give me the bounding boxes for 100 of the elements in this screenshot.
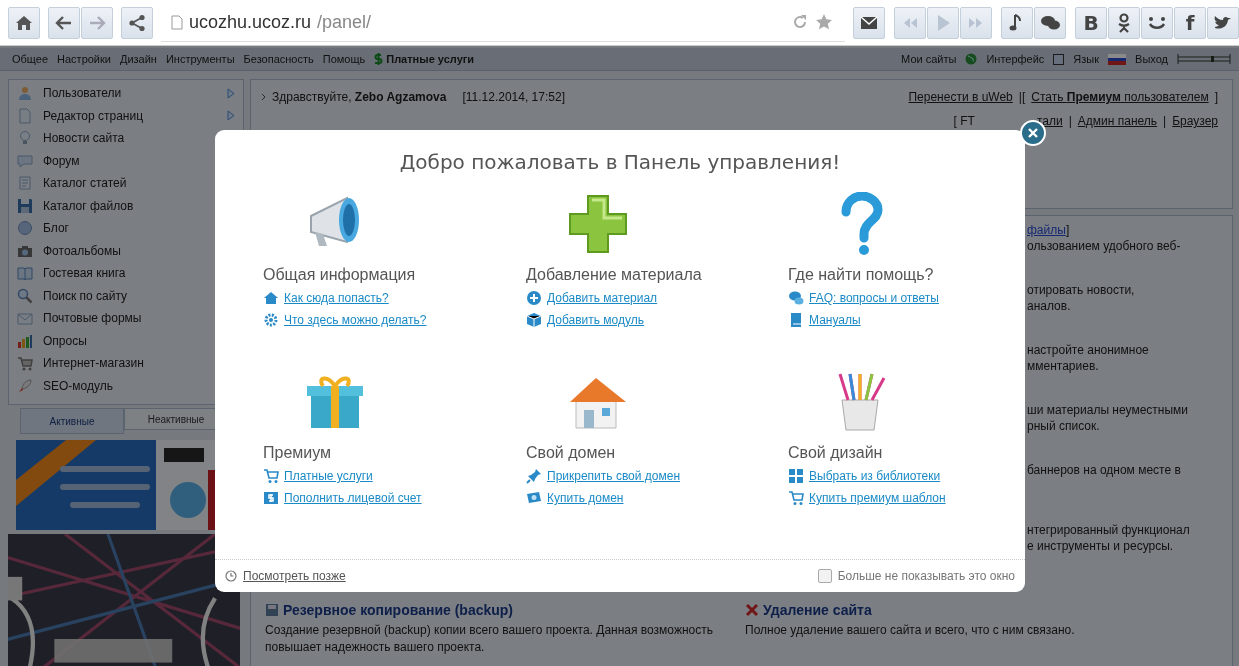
menu-item[interactable]: Платные услуги [386, 53, 475, 65]
section-title: Добавление материала [526, 266, 703, 284]
menu-item[interactable]: Язык [1073, 53, 1100, 65]
panel-link[interactable]: Админ панель [1077, 114, 1158, 128]
scroll-icon [17, 175, 33, 192]
section-title: Общая информация [263, 266, 417, 284]
menu-item[interactable]: Выход [1135, 53, 1168, 65]
remind-later-link[interactable]: Посмотреть позже [243, 569, 346, 583]
panel-link[interactable]: тали [1036, 114, 1063, 128]
section-title: Где найти помощь? [788, 266, 935, 284]
feature-description: Создание резервной (backup) копии всего вашего проекта. Данная возможность повышает надежность вашего проекта. [265, 622, 714, 656]
description-text: баннеров на одном месте в [1027, 462, 1182, 478]
help-link[interactable]: Мануалы [809, 313, 861, 327]
sidebar-item[interactable]: SEO-модуль [17, 374, 235, 397]
help-link[interactable]: Платные услуги [284, 469, 373, 483]
speech-bubble-icon [17, 152, 33, 169]
chat-button[interactable] [1034, 6, 1066, 39]
description-text: отировать новости, [1027, 282, 1136, 298]
home-button[interactable] [8, 6, 40, 39]
greeting-text: Здравствуйте, Zebo Agzamova [272, 90, 447, 104]
book-icon [788, 312, 804, 328]
help-link[interactable]: Пополнить лицевой счет [284, 491, 422, 505]
clock-icon [225, 570, 237, 582]
section-title: Премиум [263, 444, 333, 462]
sidebar-item[interactable]: Редактор страниц [17, 104, 235, 127]
width-slider-icon[interactable] [1177, 52, 1231, 66]
menu-item[interactable]: Помощь [322, 53, 366, 65]
dollar-icon [374, 53, 384, 65]
menu-item[interactable]: Настройки [57, 53, 111, 65]
feature-title[interactable]: Удаление сайта [763, 602, 872, 618]
magnifier-icon [17, 287, 33, 304]
dialog-title: Добро пожаловать в Панель управления! [398, 150, 842, 174]
sidebar-item[interactable]: Новости сайта [17, 127, 235, 150]
back-button[interactable] [48, 6, 80, 39]
tab[interactable]: Активные [20, 408, 124, 434]
description-text: мментариев. [1027, 358, 1100, 374]
cross-icon [745, 603, 759, 617]
light-bulb-icon [17, 130, 33, 147]
date-time: [11.12.2014, 17:52] [462, 90, 565, 104]
files-link[interactable]: файлы [1027, 223, 1066, 237]
book-icon [17, 265, 33, 282]
page-icon [171, 14, 183, 30]
shopping-cart-icon [263, 468, 279, 484]
help-link[interactable]: Купить домен [547, 491, 624, 505]
checkbox-label[interactable]: Больше не показывать это окно [837, 569, 1015, 583]
sidebar-item[interactable]: Интернет-магазин [17, 352, 235, 375]
help-link[interactable]: Как сюда попасть? [284, 291, 389, 305]
separator-text: | [1068, 114, 1072, 128]
help-link[interactable]: Что здесь можно делать? [284, 313, 427, 327]
envelope-icon [17, 310, 33, 327]
separator-text: [ FT [953, 114, 975, 128]
sidebar-item[interactable]: Форум [17, 149, 235, 172]
url-host: ucozhu.ucoz.ru [189, 11, 312, 33]
bar-chart-icon [17, 332, 33, 349]
menu-item[interactable]: Дизайн [119, 53, 157, 65]
sidebar-item[interactable]: Почтовые формы [17, 307, 235, 330]
feature-title[interactable]: Резервное копирование (backup) [283, 602, 513, 618]
smile-button[interactable] [1141, 6, 1173, 39]
plus-circle-icon [526, 290, 542, 306]
music-note-button[interactable] [1001, 6, 1033, 39]
globe-icon [965, 53, 978, 65]
menu-item[interactable]: Мои сайты [901, 53, 957, 65]
header-link[interactable]: Стать Премиум пользователем [1031, 90, 1209, 104]
help-link[interactable]: Купить премиум шаблон [809, 491, 946, 505]
checkbox[interactable] [817, 569, 832, 583]
social-button[interactable]: В [1075, 6, 1107, 39]
panel-link[interactable]: Браузер [1172, 114, 1218, 128]
section-title: Свой домен [526, 444, 617, 462]
menu-item[interactable]: Инструменты [165, 53, 235, 65]
menu-item[interactable]: Безопасность [243, 53, 314, 65]
forward-arrow-icon [88, 13, 106, 32]
mail-button[interactable] [853, 6, 885, 39]
menu-item[interactable]: Интерфейс [986, 53, 1045, 65]
help-link[interactable]: Добавить модуль [547, 313, 645, 327]
banknote-icon [526, 490, 542, 506]
sidebar-item[interactable]: Каталог статей [17, 172, 235, 195]
sidebar-item[interactable]: Опросы [17, 329, 235, 352]
help-link[interactable]: Выбрать из библиотеки [809, 469, 941, 483]
address-bar[interactable]: ucozhu.ucoz.ru /panel/ [161, 3, 845, 42]
sidebar-item[interactable]: Пользователи [17, 82, 235, 105]
back-arrow-icon [55, 13, 73, 32]
person-button[interactable] [1108, 6, 1140, 39]
help-link[interactable]: Добавить материал [547, 291, 658, 305]
sidebar-item[interactable]: Поиск по сайту [17, 284, 235, 307]
sidebar-item[interactable]: Каталог файлов [17, 194, 235, 217]
sidebar-item[interactable]: Блог [17, 217, 235, 240]
help-link[interactable]: Прикрепить свой домен [547, 469, 681, 483]
share-button[interactable] [121, 6, 153, 39]
social-button[interactable]: f [1174, 6, 1206, 39]
header-link[interactable]: Перенести в uWeb [908, 90, 1013, 104]
sidebar-item[interactable]: Гостевая книга [17, 262, 235, 285]
description-text: ши материалы неуместными [1027, 402, 1190, 418]
star-icon[interactable] [815, 13, 833, 31]
help-link[interactable]: FAQ: вопросы и ответы [809, 291, 939, 305]
flag-icon [1108, 53, 1127, 65]
url-path: /panel/ [317, 11, 372, 33]
menu-item[interactable]: Общее [12, 53, 49, 65]
bird-button[interactable] [1207, 6, 1239, 39]
house-icon [263, 290, 279, 306]
sidebar-item[interactable]: Фотоальбомы [17, 239, 235, 262]
